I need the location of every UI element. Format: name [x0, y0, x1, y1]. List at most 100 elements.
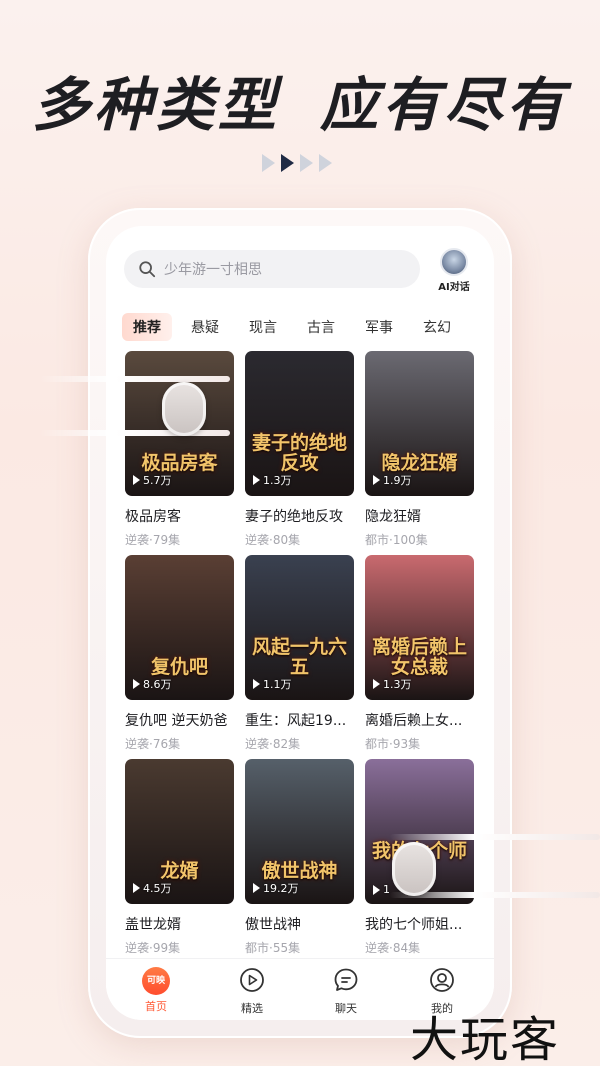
drama-title: 我的七个师姐...	[365, 917, 463, 933]
poster-title: 风起一九六五	[251, 636, 347, 679]
play-icon	[373, 475, 380, 485]
drama-poster[interactable]: 龙婿 4.5万	[125, 759, 234, 904]
decorative-slider-knob	[392, 842, 436, 896]
nav-featured[interactable]: 精选	[222, 967, 282, 1016]
drama-meta: 都市·100集	[365, 533, 428, 547]
view-count: 1.1万	[253, 676, 292, 692]
drama-title: 隐龙狂婿	[365, 509, 421, 525]
arrow-icon	[319, 154, 332, 172]
poster-title: 傲世战神	[261, 860, 338, 883]
home-icon: 可映	[142, 967, 170, 995]
nav-featured-label: 精选	[241, 1002, 263, 1015]
drama-card[interactable]: 妻子的绝地反攻 1.3万 妻子的绝地反攻 逆袭·80集	[245, 351, 354, 548]
drama-meta: 逆袭·76集	[125, 737, 181, 751]
tab-suspense[interactable]: 悬疑	[180, 313, 230, 341]
drama-meta: 逆袭·84集	[365, 941, 421, 955]
drama-card[interactable]: 傲世战神 19.2万 傲世战神 都市·55集	[245, 759, 354, 956]
view-count-text: 5.7万	[143, 474, 172, 487]
drama-title: 盖世龙婿	[125, 917, 181, 933]
drama-title: 妻子的绝地反攻	[245, 509, 343, 525]
drama-poster[interactable]: 妻子的绝地反攻 1.3万	[245, 351, 354, 496]
drama-title: 傲世战神	[245, 917, 301, 933]
arrow-icon	[262, 154, 275, 172]
view-count: 1.9万	[373, 472, 412, 488]
play-icon	[253, 475, 260, 485]
tab-recommend[interactable]: 推荐	[122, 313, 172, 341]
view-count: 1	[373, 883, 390, 896]
arrow-icon	[300, 154, 313, 172]
nav-chat-label: 聊天	[335, 1002, 357, 1015]
search-icon	[139, 261, 156, 278]
play-icon	[133, 475, 140, 485]
drama-poster[interactable]: 风起一九六五 1.1万	[245, 555, 354, 700]
play-icon	[373, 679, 380, 689]
tab-military[interactable]: 军事	[354, 313, 404, 341]
nav-chat[interactable]: 聊天	[316, 967, 376, 1016]
drama-meta: 逆袭·80集	[245, 533, 301, 547]
chat-icon	[334, 968, 358, 991]
play-icon	[133, 679, 140, 689]
promo-headline: 多种类型 应有尽有	[0, 58, 600, 142]
view-count: 1.3万	[253, 472, 292, 488]
drama-card[interactable]: 复仇吧 8.6万 复仇吧 逆天奶爸 逆袭·76集	[125, 555, 234, 752]
view-count-text: 4.5万	[143, 882, 172, 895]
tab-fantasy[interactable]: 玄幻	[412, 313, 462, 341]
tab-modern-romance[interactable]: 现言	[238, 313, 288, 341]
view-count-text: 19.2万	[263, 882, 299, 895]
play-icon	[373, 884, 380, 895]
poster-title: 离婚后赖上女总裁	[371, 636, 467, 679]
poster-title: 复仇吧	[150, 656, 208, 679]
decorative-slider-track	[390, 834, 600, 840]
view-count: 19.2万	[253, 880, 299, 896]
search-input[interactable]: 少年游一寸相思	[124, 250, 420, 288]
drama-card[interactable]: 离婚后赖上女总裁 1.3万 离婚后赖上女... 都市·93集	[365, 555, 474, 752]
view-count-text: 1.3万	[263, 474, 292, 487]
decorative-slider-track	[40, 376, 230, 382]
drama-card[interactable]: 隐龙狂婿 1.9万 隐龙狂婿 都市·100集	[365, 351, 474, 548]
drama-card[interactable]: 风起一九六五 1.1万 重生：风起19... 逆袭·82集	[245, 555, 354, 752]
tab-ancient-romance[interactable]: 古言	[296, 313, 346, 341]
play-circle-icon	[240, 968, 264, 992]
poster-title: 隐龙狂婿	[381, 452, 458, 475]
drama-meta: 逆袭·79集	[125, 533, 181, 547]
drama-meta: 逆袭·99集	[125, 941, 181, 955]
drama-poster[interactable]: 复仇吧 8.6万	[125, 555, 234, 700]
view-count-text: 8.6万	[143, 678, 172, 691]
ai-chat-button[interactable]: AI对话	[432, 248, 476, 293]
view-count-text: 1	[383, 883, 390, 896]
decorative-slider-knob	[162, 382, 206, 436]
drama-poster[interactable]: 离婚后赖上女总裁 1.3万	[365, 555, 474, 700]
drama-poster[interactable]: 傲世战神 19.2万	[245, 759, 354, 904]
drama-meta: 都市·55集	[245, 941, 301, 955]
drama-meta: 都市·93集	[365, 737, 421, 751]
user-icon	[430, 968, 454, 992]
watermark-logo: 大玩客	[410, 1012, 561, 1066]
headline-left: 多种类型	[31, 71, 280, 139]
search-placeholder: 少年游一寸相思	[164, 262, 262, 278]
view-count-text: 1.1万	[263, 678, 292, 691]
view-count: 8.6万	[133, 676, 172, 692]
ai-chat-label: AI对话	[438, 282, 470, 293]
poster-title: 极品房客	[141, 452, 218, 475]
drama-poster[interactable]: 隐龙狂婿 1.9万	[365, 351, 474, 496]
view-count: 4.5万	[133, 880, 172, 896]
drama-title: 极品房客	[125, 509, 181, 525]
play-icon	[253, 679, 260, 689]
decorative-slider-track	[40, 430, 230, 436]
app-screen: 少年游一寸相思 AI对话 推荐 悬疑 现言 古言 军事 玄幻 极品房客 5.7万…	[106, 226, 494, 1020]
arrow-indicator	[262, 154, 332, 172]
play-icon	[253, 883, 260, 893]
arrow-icon	[281, 154, 294, 172]
view-count-text: 1.9万	[383, 474, 412, 487]
drama-title: 复仇吧 逆天奶爸	[125, 713, 228, 729]
nav-home-label: 首页	[145, 1000, 167, 1013]
view-count-text: 1.3万	[383, 678, 412, 691]
drama-card[interactable]: 龙婿 4.5万 盖世龙婿 逆袭·99集	[125, 759, 234, 956]
category-tabs: 推荐 悬疑 现言 古言 军事 玄幻	[122, 312, 482, 342]
nav-home[interactable]: 可映 首页	[126, 967, 186, 1014]
ai-avatar-icon	[440, 248, 468, 276]
poster-title: 龙婿	[160, 860, 199, 883]
view-count: 1.3万	[373, 676, 412, 692]
drama-meta: 逆袭·82集	[245, 737, 301, 751]
play-icon	[133, 883, 140, 893]
